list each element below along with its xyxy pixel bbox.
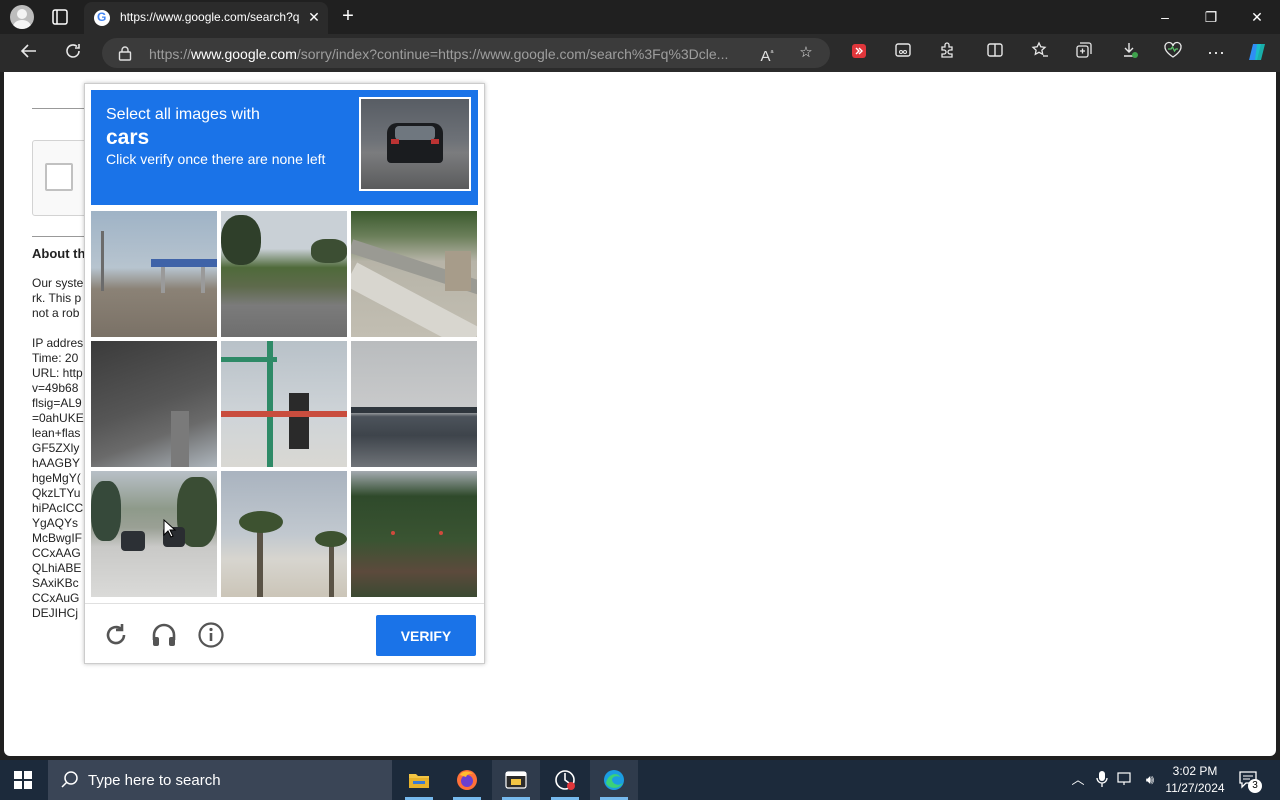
tile-road-trees[interactable] xyxy=(221,211,347,337)
captcha-instructions: Select all images with cars Click verify… xyxy=(91,90,478,205)
tab-actions-icon[interactable] xyxy=(48,7,72,27)
firefox-app[interactable] xyxy=(443,760,491,800)
film-clapper-icon xyxy=(505,769,527,791)
close-tab-icon[interactable]: ✕ xyxy=(306,8,322,26)
refresh-icon[interactable] xyxy=(60,41,86,65)
restore-button[interactable]: ❐ xyxy=(1196,5,1226,29)
reload-challenge-icon[interactable] xyxy=(101,620,131,650)
sample-car-image xyxy=(359,97,471,191)
address-bar[interactable]: https://www.google.com/sorry/index?conti… xyxy=(102,38,830,68)
system-clock[interactable]: 3:02 PM 11/27/2024 xyxy=(1160,763,1230,797)
clock-time: 3:02 PM xyxy=(1172,764,1218,778)
lock-icon[interactable] xyxy=(118,45,132,61)
taskbar-search-box[interactable]: Type here to search xyxy=(48,760,392,800)
browser-toolbar: https://www.google.com/sorry/index?conti… xyxy=(0,34,1280,72)
immersive-reader-icon[interactable] xyxy=(890,41,916,65)
favorite-star-icon[interactable]: ☆ xyxy=(795,42,817,64)
downloads-icon[interactable] xyxy=(1117,41,1143,65)
clock-date: 11/27/2024 xyxy=(1165,781,1225,795)
info-help-icon[interactable] xyxy=(196,620,226,650)
edge-app[interactable] xyxy=(590,760,638,800)
network-icon[interactable] xyxy=(1116,770,1136,790)
divider xyxy=(32,108,92,109)
extension-red-icon[interactable] xyxy=(846,41,872,65)
split-screen-icon[interactable] xyxy=(982,41,1008,65)
instruction-text: Select all images with xyxy=(106,106,260,123)
captcha-image-grid xyxy=(91,211,478,597)
more-options-icon[interactable]: ⋯ xyxy=(1203,41,1229,65)
microphone-icon[interactable] xyxy=(1092,770,1112,790)
tile-guardrail[interactable] xyxy=(351,211,477,337)
collections-icon[interactable] xyxy=(1071,41,1097,65)
tile-traffic-light[interactable] xyxy=(221,341,347,467)
tile-traffic-lights-trees[interactable] xyxy=(351,471,477,597)
captcha-challenge-popup: Select all images with cars Click verify… xyxy=(84,83,485,664)
extensions-puzzle-icon[interactable] xyxy=(934,41,960,65)
minimize-button[interactable]: – xyxy=(1150,5,1180,29)
recorder-app[interactable] xyxy=(541,760,589,800)
google-favicon-icon: G xyxy=(94,10,110,26)
new-tab-button[interactable]: + xyxy=(336,5,360,29)
tile-gas-station[interactable] xyxy=(91,211,217,337)
tile-overpass[interactable] xyxy=(91,341,217,467)
divider xyxy=(32,236,92,237)
mouse-cursor-icon xyxy=(163,518,177,539)
media-app[interactable] xyxy=(492,760,540,800)
firefox-icon xyxy=(456,769,478,791)
show-hidden-icons-chevron-up-icon[interactable]: ︿ xyxy=(1068,770,1088,790)
browser-tab-bar: G https://www.google.com/search?q ✕ + – … xyxy=(0,0,1280,34)
notification-center-icon[interactable]: 3 xyxy=(1238,769,1262,793)
page-body-text: Our syste rk. This p not a rob IP addres Tim… xyxy=(32,276,84,620)
audio-challenge-headphones-icon[interactable] xyxy=(149,620,179,650)
file-explorer-app[interactable] xyxy=(395,760,443,800)
browser-essentials-icon[interactable] xyxy=(1160,41,1186,65)
search-placeholder: Type here to search xyxy=(88,772,221,789)
search-icon xyxy=(60,770,80,790)
tab-google-search[interactable]: G https://www.google.com/search?q ✕ xyxy=(84,2,328,34)
close-window-button[interactable]: ✕ xyxy=(1242,5,1272,29)
windows-start-icon[interactable] xyxy=(14,771,32,789)
recaptcha-checkbox[interactable] xyxy=(45,163,73,191)
about-heading: About th xyxy=(32,246,86,261)
verify-button[interactable]: VERIFY xyxy=(376,615,476,656)
windows-taskbar: Type here to search ︿ 🔊︎ 3:02 PM 11/27/2… xyxy=(0,760,1280,800)
notification-count-badge: 3 xyxy=(1248,779,1262,793)
tab-title: https://www.google.com/search?q xyxy=(120,10,300,24)
tile-bridge[interactable] xyxy=(351,341,477,467)
back-arrow-icon[interactable] xyxy=(16,41,42,65)
recorder-icon xyxy=(554,769,576,791)
tile-palm-trees[interactable] xyxy=(221,471,347,597)
instruction-subtext: Click verify once there are none left xyxy=(106,151,326,167)
copilot-icon[interactable] xyxy=(1245,41,1271,65)
profile-avatar-icon[interactable] xyxy=(10,5,34,29)
target-object-label: cars xyxy=(106,126,150,149)
edge-icon xyxy=(603,769,625,791)
read-aloud-icon[interactable]: Aᵃ xyxy=(756,42,778,65)
favorites-icon[interactable] xyxy=(1027,41,1053,65)
tile-road-cars[interactable] xyxy=(91,471,217,597)
volume-icon[interactable]: 🔊︎ xyxy=(1140,770,1160,790)
captcha-footer: VERIFY xyxy=(85,603,484,664)
url-text: https://www.google.com/sorry/index?conti… xyxy=(149,46,729,62)
folder-icon xyxy=(408,769,430,791)
